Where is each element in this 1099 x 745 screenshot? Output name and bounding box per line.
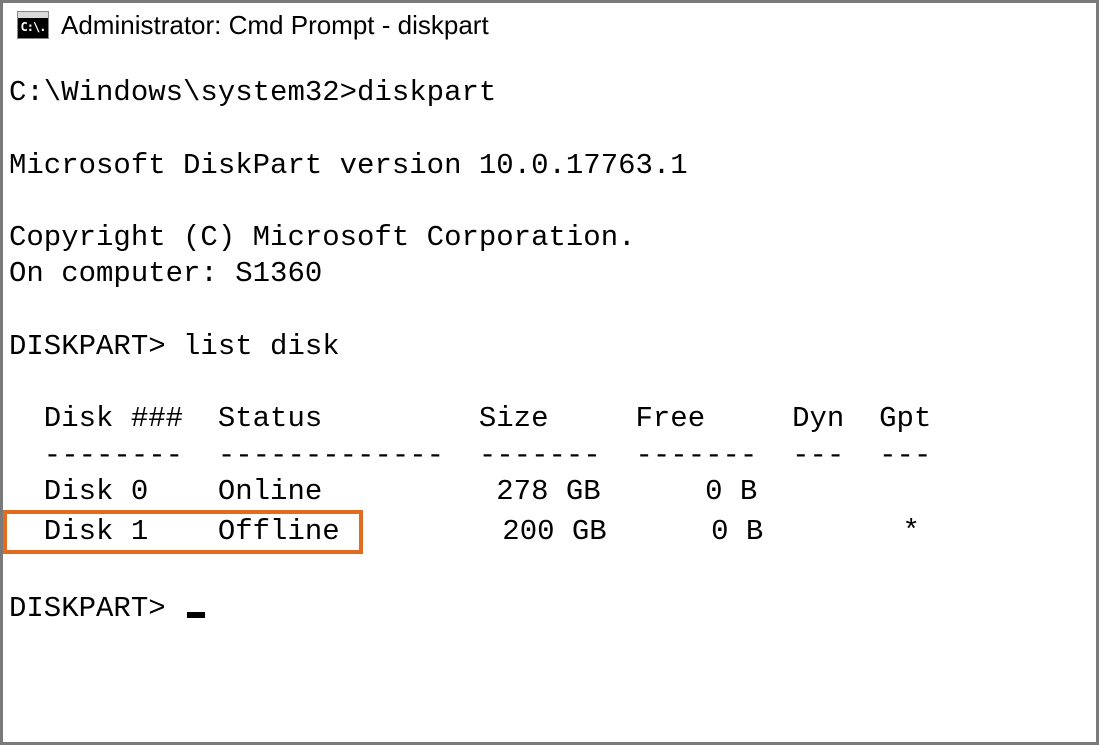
version-line: Microsoft DiskPart version 10.0.17763.1 (9, 149, 688, 182)
table-divider: -------- ------------- ------- ------- -… (9, 439, 931, 472)
diskpart-final-prompt: DISKPART> (9, 592, 183, 625)
list-disk-command: list disk (183, 330, 340, 363)
copyright-line: Copyright (C) Microsoft Corporation. (9, 221, 636, 254)
highlighted-disk-row: Disk 1 Offline (3, 510, 363, 554)
diskpart-prompt: DISKPART> (9, 330, 183, 363)
cmd-icon: C:\. (17, 11, 49, 39)
table-row: Disk 0 Online 278 GB 0 B (9, 475, 757, 508)
cursor (187, 612, 205, 618)
title-bar[interactable]: C:\. Administrator: Cmd Prompt - diskpar… (3, 3, 1096, 47)
table-header: Disk ### Status Size Free Dyn Gpt (9, 402, 931, 435)
window-title: Administrator: Cmd Prompt - diskpart (61, 10, 489, 41)
terminal-body[interactable]: C:\Windows\system32>diskpart Microsoft D… (3, 47, 1096, 633)
prompt-line: C:\Windows\system32>diskpart (9, 76, 496, 109)
computer-line: On computer: S1360 (9, 257, 322, 290)
cmd-window: C:\. Administrator: Cmd Prompt - diskpar… (0, 0, 1099, 745)
table-row-rest: 200 GB 0 B * (363, 515, 920, 548)
